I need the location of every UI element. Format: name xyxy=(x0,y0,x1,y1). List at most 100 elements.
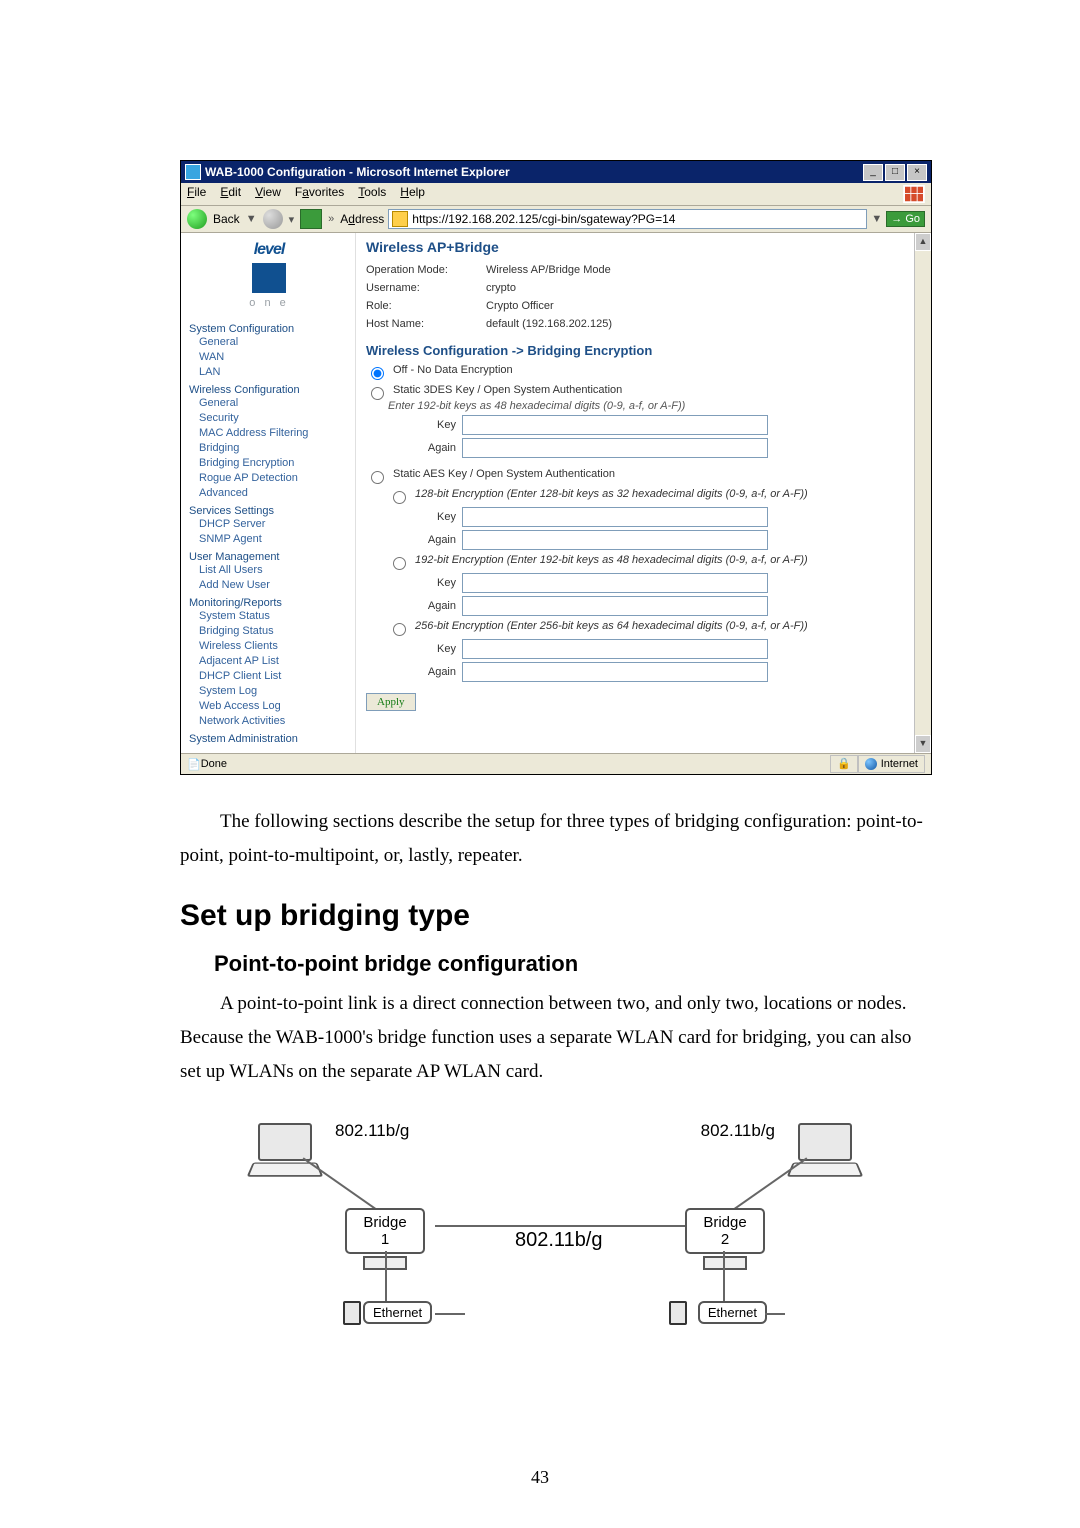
nav-group-users[interactable]: User Management xyxy=(189,551,349,563)
nav-group-services[interactable]: Services Settings xyxy=(189,505,349,517)
key-input-256[interactable] xyxy=(462,639,768,659)
menu-favorites[interactable]: Favorites xyxy=(295,185,344,203)
key-input-3des[interactable] xyxy=(462,415,768,435)
hint-3des: Enter 192-bit keys as 48 hexadecimal dig… xyxy=(388,400,904,412)
nav-adduser[interactable]: Add New User xyxy=(199,579,270,591)
scroll-track[interactable] xyxy=(915,251,931,735)
radio-enc-aes[interactable] xyxy=(371,471,384,484)
page-number: 43 xyxy=(0,1467,1080,1488)
menu-file[interactable]: File xyxy=(187,185,206,203)
role-label: Role: xyxy=(366,297,486,315)
menu-edit[interactable]: Edit xyxy=(220,185,241,203)
body-paragraph-1: The following sections describe the setu… xyxy=(180,805,930,873)
nav-advanced[interactable]: Advanced xyxy=(199,487,248,499)
body-paragraph-2: A point-to-point link is a direct connec… xyxy=(180,987,930,1089)
nav-weblog[interactable]: Web Access Log xyxy=(199,700,281,712)
key-input-192[interactable] xyxy=(462,573,768,593)
nav-security[interactable]: Security xyxy=(199,412,239,424)
fwd-chevron-icon[interactable]: ▾ xyxy=(289,213,295,226)
nav-sysstatus[interactable]: System Status xyxy=(199,610,270,622)
nav: System Configuration General WAN LAN Wir… xyxy=(189,323,349,745)
forward-button[interactable] xyxy=(263,209,283,229)
status-done: Done xyxy=(201,758,227,770)
nav-group-monitor[interactable]: Monitoring/Reports xyxy=(189,597,349,609)
nav-lan[interactable]: LAN xyxy=(199,366,220,378)
back-button[interactable] xyxy=(187,209,207,229)
again-label-3: Again xyxy=(411,600,456,612)
stop-button[interactable] xyxy=(300,209,322,229)
again-input-256[interactable] xyxy=(462,662,768,682)
heading-1: Set up bridging type xyxy=(180,899,930,933)
nav-group-system[interactable]: System Configuration xyxy=(189,323,349,335)
window-title: WAB-1000 Configuration - Microsoft Inter… xyxy=(205,165,861,179)
wlan-mid-label: 802.11b/g xyxy=(515,1229,603,1252)
menu-view[interactable]: View xyxy=(255,185,281,203)
brand-logo: level o n e xyxy=(189,241,349,309)
minimize-button[interactable]: _ xyxy=(863,164,883,181)
scroll-up-icon[interactable]: ▲ xyxy=(915,233,931,251)
nav-listusers[interactable]: List All Users xyxy=(199,564,263,576)
username-label: Username: xyxy=(366,279,486,297)
ie-window: WAB-1000 Configuration - Microsoft Inter… xyxy=(180,160,932,775)
nav-snmp[interactable]: SNMP Agent xyxy=(199,533,262,545)
nav-wclients[interactable]: Wireless Clients xyxy=(199,640,278,652)
address-url: https://192.168.202.125/cgi-bin/sgateway… xyxy=(412,212,675,226)
nav-dhcpclients[interactable]: DHCP Client List xyxy=(199,670,281,682)
section-title: Wireless Configuration -> Bridging Encry… xyxy=(366,343,904,358)
nav-netact[interactable]: Network Activities xyxy=(199,715,285,727)
nav-group-wireless[interactable]: Wireless Configuration xyxy=(189,384,349,396)
opmode-label: Operation Mode: xyxy=(366,261,486,279)
menu-tools[interactable]: Tools xyxy=(358,185,386,203)
plug-right-icon xyxy=(669,1301,687,1325)
toolbar-overflow-icon[interactable]: » xyxy=(328,213,334,225)
vertical-scrollbar[interactable]: ▲ ▼ xyxy=(914,233,931,753)
address-dropdown-icon[interactable]: ▼ xyxy=(871,213,882,225)
nav-general[interactable]: General xyxy=(199,336,238,348)
nav-rogue[interactable]: Rogue AP Detection xyxy=(199,472,298,484)
close-button[interactable]: × xyxy=(907,164,927,181)
role-value: Crypto Officer xyxy=(486,297,554,315)
page-body: level o n e System Configuration General… xyxy=(181,233,931,753)
nav-macfilter[interactable]: MAC Address Filtering xyxy=(199,427,308,439)
nav-syslog[interactable]: System Log xyxy=(199,685,257,697)
opt-3des-label: Static 3DES Key / Open System Authentica… xyxy=(393,384,622,396)
wlan-right-label: 802.11b/g xyxy=(701,1121,775,1141)
username-value: crypto xyxy=(486,279,516,297)
radio-aes-192[interactable] xyxy=(393,557,406,570)
panel-title: Wireless AP+Bridge xyxy=(366,239,904,255)
again-input-192[interactable] xyxy=(462,596,768,616)
nav-group-admin[interactable]: System Administration xyxy=(189,733,349,745)
key-input-128[interactable] xyxy=(462,507,768,527)
titlebar[interactable]: WAB-1000 Configuration - Microsoft Inter… xyxy=(181,161,931,183)
radio-enc-off[interactable] xyxy=(371,367,384,380)
go-button[interactable]: → Go xyxy=(886,211,925,227)
nav-brstatus[interactable]: Bridging Status xyxy=(199,625,274,637)
bridge-diagram: 802.11b/g 802.11b/g Bridge 1 Bridge 2 80… xyxy=(235,1113,875,1353)
sidebar: level o n e System Configuration General… xyxy=(181,233,356,753)
status-zone: Internet xyxy=(858,755,925,773)
maximize-button[interactable]: □ xyxy=(885,164,905,181)
nav-dhcp[interactable]: DHCP Server xyxy=(199,518,265,530)
again-input-3des[interactable] xyxy=(462,438,768,458)
aes128-label: 128-bit Encryption (Enter 128-bit keys a… xyxy=(415,488,808,500)
nav-adjap[interactable]: Adjacent AP List xyxy=(199,655,279,667)
apply-button[interactable]: Apply xyxy=(366,693,416,711)
radio-aes-128[interactable] xyxy=(393,491,406,504)
heading-2: Point-to-point bridge configuration xyxy=(214,951,930,977)
scroll-down-icon[interactable]: ▼ xyxy=(915,735,931,753)
menu-help[interactable]: Help xyxy=(400,185,425,203)
radio-aes-256[interactable] xyxy=(393,623,406,636)
nav-bridging[interactable]: Bridging xyxy=(199,442,239,454)
address-input[interactable]: https://192.168.202.125/cgi-bin/sgateway… xyxy=(388,209,867,229)
back-chevron-icon[interactable]: ▼ xyxy=(246,213,257,225)
opt-aes-label: Static AES Key / Open System Authenticat… xyxy=(393,468,615,480)
again-input-128[interactable] xyxy=(462,530,768,550)
again-label-4: Again xyxy=(411,666,456,678)
nav-bridging-enc[interactable]: Bridging Encryption xyxy=(199,457,294,469)
nav-wan[interactable]: WAN xyxy=(199,351,224,363)
radio-enc-3des[interactable] xyxy=(371,387,384,400)
again-label-1: Again xyxy=(411,442,456,454)
hostname-label: Host Name: xyxy=(366,315,486,333)
nav-wgeneral[interactable]: General xyxy=(199,397,238,409)
status-page-icon: 📄 xyxy=(187,758,201,771)
